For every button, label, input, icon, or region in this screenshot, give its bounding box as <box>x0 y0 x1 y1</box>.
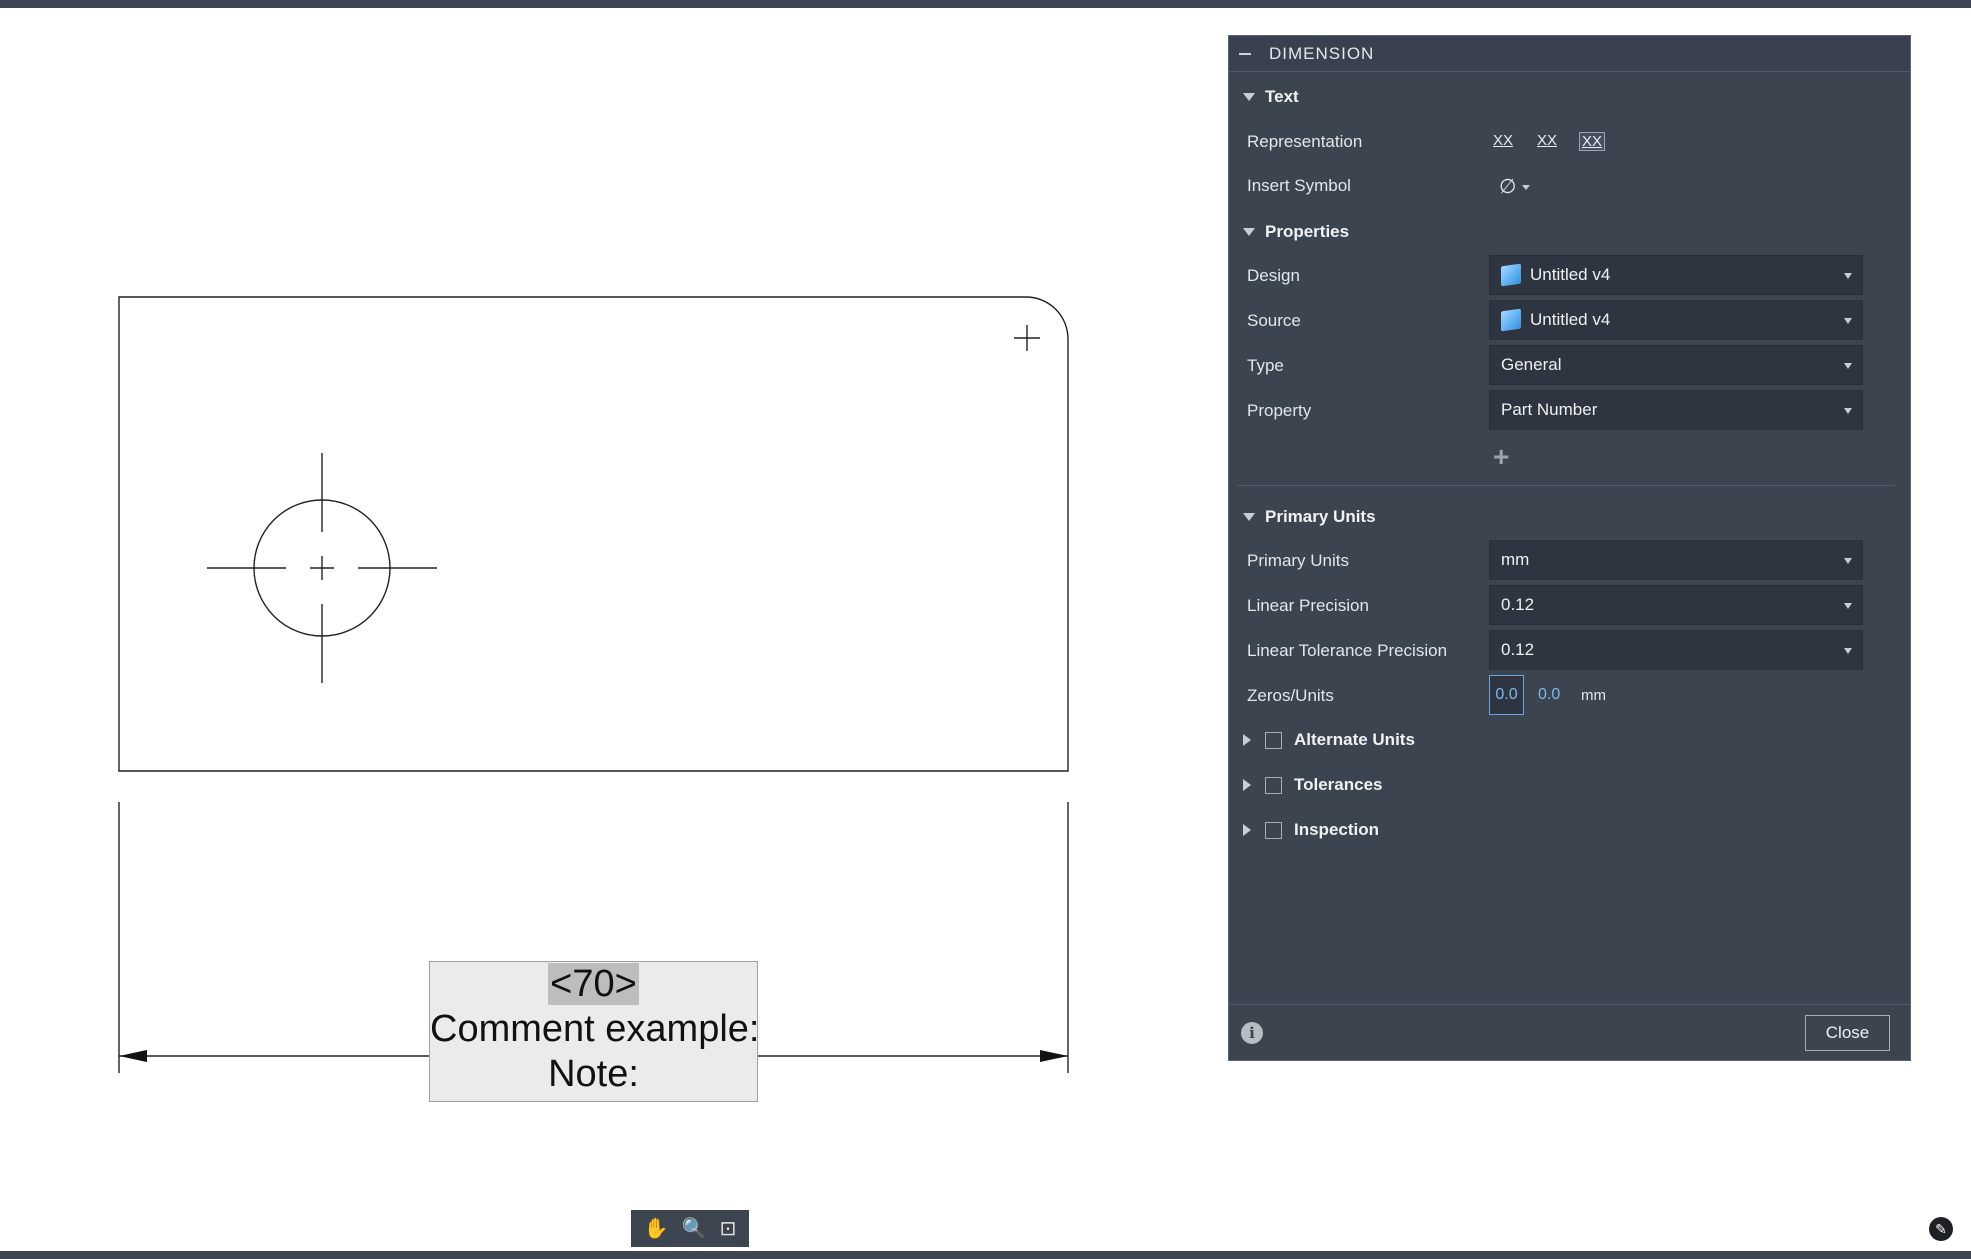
linear-tolerance-precision-value: 0.12 <box>1501 640 1535 659</box>
panel-header: DIMENSION <box>1229 36 1910 72</box>
trailing-zero-toggle[interactable]: 0.0 <box>1538 686 1560 704</box>
property-label: Property <box>1247 401 1312 420</box>
expand-triangle-icon[interactable] <box>1243 228 1255 236</box>
linear-precision-dropdown[interactable]: 0.12 <box>1489 585 1863 625</box>
collapse-triangle-icon[interactable] <box>1243 734 1251 746</box>
section-alternate-units[interactable]: Alternate Units <box>1243 730 1415 750</box>
design-value: Untitled v4 <box>1530 265 1611 284</box>
brand-logo-icon: ✎ <box>1929 1217 1953 1241</box>
linear-precision-label: Linear Precision <box>1247 596 1369 615</box>
collapse-triangle-icon[interactable] <box>1243 824 1251 836</box>
component-cube-icon <box>1501 308 1521 332</box>
expand-triangle-icon[interactable] <box>1243 513 1255 521</box>
leading-zero-toggle[interactable]: 0.0 <box>1489 675 1524 715</box>
add-property-button[interactable]: + <box>1493 443 1509 471</box>
insert-symbol-label: Insert Symbol <box>1247 176 1351 195</box>
section-properties[interactable]: Properties <box>1243 222 1349 242</box>
linear-tolerance-precision-dropdown[interactable]: 0.12 <box>1489 630 1863 670</box>
design-dropdown[interactable]: Untitled v4 <box>1489 255 1863 295</box>
primary-units-dropdown[interactable]: mm <box>1489 540 1863 580</box>
chevron-down-icon <box>1844 273 1852 279</box>
property-value: Part Number <box>1501 400 1598 419</box>
chevron-down-icon <box>1844 648 1852 654</box>
section-primary-units[interactable]: Primary Units <box>1243 507 1376 527</box>
bottom-chrome-bar <box>0 1251 1971 1259</box>
hole-centerlines[interactable] <box>207 453 437 683</box>
zoom-icon[interactable]: 🔍 <box>682 1219 707 1239</box>
section-inspection[interactable]: Inspection <box>1243 820 1379 840</box>
type-value: General <box>1501 355 1562 374</box>
info-icon[interactable]: i <box>1241 1022 1263 1044</box>
chevron-down-icon <box>1844 603 1852 609</box>
section-tolerances-label: Tolerances <box>1294 775 1383 794</box>
unit-display-toggle[interactable]: mm <box>1581 687 1606 704</box>
type-dropdown[interactable]: General <box>1489 345 1863 385</box>
collapse-triangle-icon[interactable] <box>1243 779 1251 791</box>
representation-option-3[interactable]: XX <box>1579 132 1606 151</box>
source-value: Untitled v4 <box>1530 310 1611 329</box>
section-divider <box>1237 485 1895 486</box>
chevron-down-icon <box>1844 558 1852 564</box>
source-label: Source <box>1247 311 1301 330</box>
section-inspection-label: Inspection <box>1294 820 1380 839</box>
pan-icon[interactable]: ✋ <box>644 1219 669 1239</box>
comment-line[interactable]: Comment example: <box>430 1007 759 1052</box>
expand-triangle-icon[interactable] <box>1243 93 1255 101</box>
dimension-value-line[interactable]: <70> <box>430 962 757 1007</box>
inspection-checkbox[interactable] <box>1265 821 1282 839</box>
representation-option-2[interactable]: XX <box>1537 132 1557 149</box>
corner-center-mark[interactable] <box>1014 325 1040 351</box>
panel-title: DIMENSION <box>1269 43 1375 63</box>
section-text[interactable]: Text <box>1243 87 1299 107</box>
note-line[interactable]: Note: <box>430 1052 757 1097</box>
tolerances-checkbox[interactable] <box>1265 776 1282 794</box>
linear-tolerance-precision-label: Linear Tolerance Precision <box>1247 641 1448 660</box>
source-dropdown[interactable]: Untitled v4 <box>1489 300 1863 340</box>
zoom-fit-icon[interactable]: ⊡ <box>720 1219 737 1239</box>
chevron-down-icon <box>1844 408 1852 414</box>
arrowhead-left <box>119 1050 147 1062</box>
design-label: Design <box>1247 266 1300 285</box>
alternate-units-checkbox[interactable] <box>1265 731 1282 749</box>
component-cube-icon <box>1501 263 1521 287</box>
zeros-units-label: Zeros/Units <box>1247 686 1334 705</box>
dimension-value[interactable]: <70> <box>548 963 639 1005</box>
dimension-panel: DIMENSION Text Representation XX XX XX I… <box>1228 35 1911 1061</box>
primary-units-value: mm <box>1501 550 1530 569</box>
representation-label: Representation <box>1247 132 1363 151</box>
chevron-down-icon <box>1844 318 1852 324</box>
arrowhead-right <box>1040 1050 1068 1062</box>
representation-option-1[interactable]: XX <box>1493 132 1513 149</box>
chevron-down-icon[interactable] <box>1522 185 1530 190</box>
minimize-icon[interactable] <box>1239 52 1251 55</box>
section-properties-label: Properties <box>1265 222 1350 241</box>
section-tolerances[interactable]: Tolerances <box>1243 775 1383 795</box>
part-outline[interactable] <box>118 296 1069 772</box>
diameter-symbol-icon[interactable]: ∅ <box>1499 174 1516 199</box>
section-primary-units-label: Primary Units <box>1265 507 1376 526</box>
type-label: Type <box>1247 356 1284 375</box>
navigation-toolbar: ✋ 🔍 ⊡ <box>631 1210 749 1247</box>
dimension-text-editor[interactable]: <70> Comment example: Note: <box>429 961 759 1102</box>
section-alternate-units-label: Alternate Units <box>1294 730 1415 749</box>
close-button[interactable]: Close <box>1805 1015 1890 1051</box>
primary-units-label: Primary Units <box>1247 551 1350 570</box>
linear-precision-value: 0.12 <box>1501 595 1535 614</box>
section-text-label: Text <box>1265 87 1299 106</box>
chevron-down-icon <box>1844 363 1852 369</box>
property-dropdown[interactable]: Part Number <box>1489 390 1863 430</box>
footer-divider <box>1229 1004 1910 1005</box>
